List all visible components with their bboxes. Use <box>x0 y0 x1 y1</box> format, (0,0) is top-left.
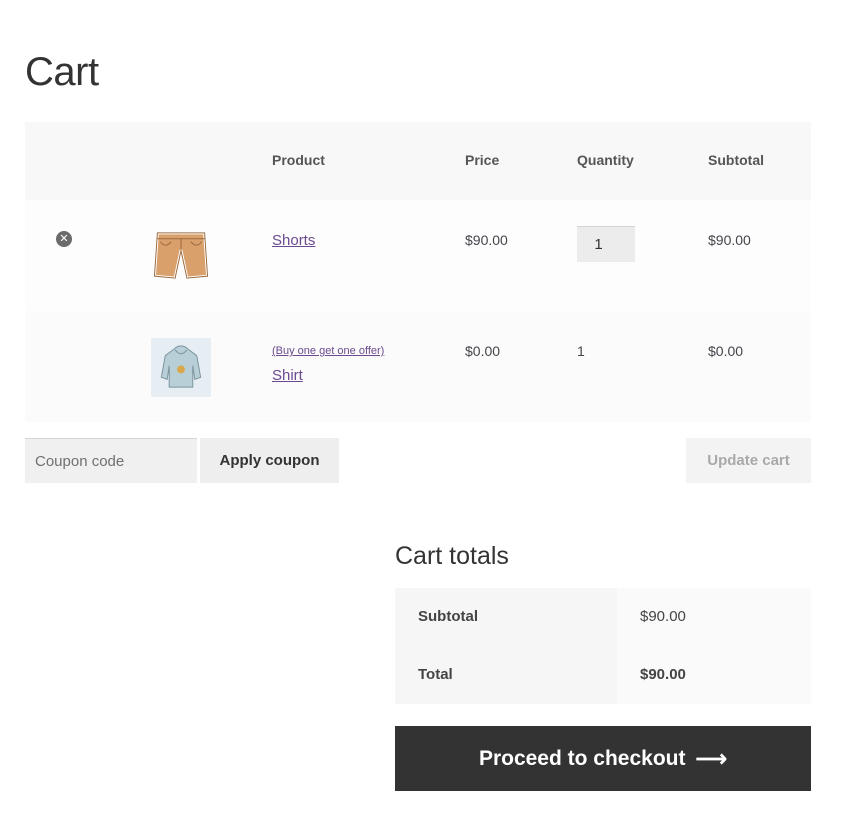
proceed-to-checkout-button[interactable]: Proceed to checkout ⟶ <box>395 726 811 791</box>
cart-totals-title: Cart totals <box>395 542 509 570</box>
item-subtotal: $0.00 <box>708 343 744 359</box>
cart-table: Product Price Quantity Subtotal ✕ Shorts… <box>25 122 811 422</box>
item-price: $0.00 <box>465 343 501 359</box>
quantity-input[interactable] <box>577 226 635 262</box>
header-quantity: Quantity <box>577 152 634 168</box>
item-subtotal: $90.00 <box>708 232 751 248</box>
apply-coupon-button[interactable]: Apply coupon <box>200 438 339 483</box>
total-row: Total $90.00 <box>395 646 811 704</box>
coupon-code-input[interactable] <box>25 438 197 483</box>
hoodie-thumbnail[interactable] <box>151 338 211 397</box>
cart-totals-table: Subtotal $90.00 Total $90.00 <box>395 588 811 704</box>
total-value: $90.00 <box>617 646 811 704</box>
item-quantity: 1 <box>577 343 585 359</box>
subtotal-label: Subtotal <box>395 588 617 646</box>
checkout-label: Proceed to checkout <box>478 746 686 770</box>
header-price: Price <box>465 152 500 168</box>
offer-link[interactable]: (Buy one get one offer) <box>272 345 384 357</box>
close-circle-icon[interactable]: ✕ <box>56 231 72 247</box>
table-header: Product Price Quantity Subtotal <box>25 122 811 200</box>
table-row: (Buy one get one offer) Shirt $0.00 1 $0… <box>25 311 811 422</box>
cart-actions: Apply coupon Update cart <box>25 438 811 483</box>
header-subtotal: Subtotal <box>708 152 764 168</box>
subtotal-value: $90.00 <box>617 588 811 646</box>
update-cart-button[interactable]: Update cart <box>686 438 811 483</box>
product-link-shorts[interactable]: Shorts <box>272 232 315 249</box>
subtotal-row: Subtotal $90.00 <box>395 588 811 646</box>
header-product: Product <box>272 152 325 168</box>
product-link-shirt[interactable]: Shirt <box>272 367 303 384</box>
page-title: Cart <box>25 50 99 94</box>
arrow-right-icon: ⟶ <box>695 745 728 771</box>
total-label: Total <box>395 646 617 704</box>
shorts-thumbnail[interactable] <box>151 227 211 286</box>
table-row: ✕ Shorts $90.00 $90.00 <box>25 200 811 311</box>
item-price: $90.00 <box>465 232 508 248</box>
